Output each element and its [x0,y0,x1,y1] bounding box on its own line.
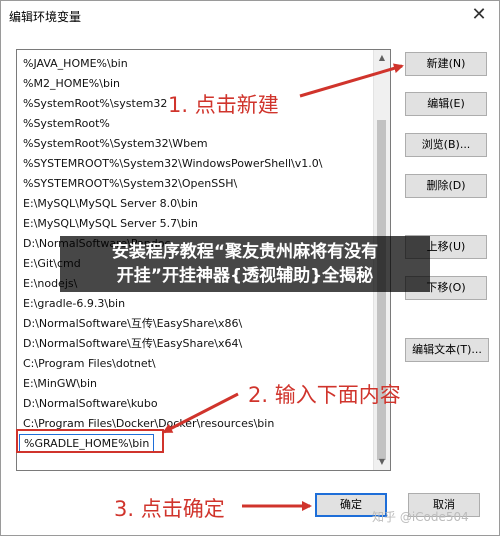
arrow-to-new-button [299,63,404,98]
annotation-step3: 3. 点击确定 [114,497,225,521]
overlay-line1: 安装程序教程“聚友贵州麻将有没有 [111,242,379,262]
promo-overlay-banner: 安装程序教程“聚友贵州麻将有没有 开挂”开挂神器{透视辅助}全揭秘 [60,236,430,292]
arrow-to-new-entry [162,392,239,434]
watermark: 知乎 @iCode504 [372,510,469,524]
annotation-step2: 2. 输入下面内容 [248,383,401,407]
annotation-step1: 1. 点击新建 [168,93,279,117]
overlay-line2: 开挂”开挂神器{透视辅助}全揭秘 [116,266,374,286]
